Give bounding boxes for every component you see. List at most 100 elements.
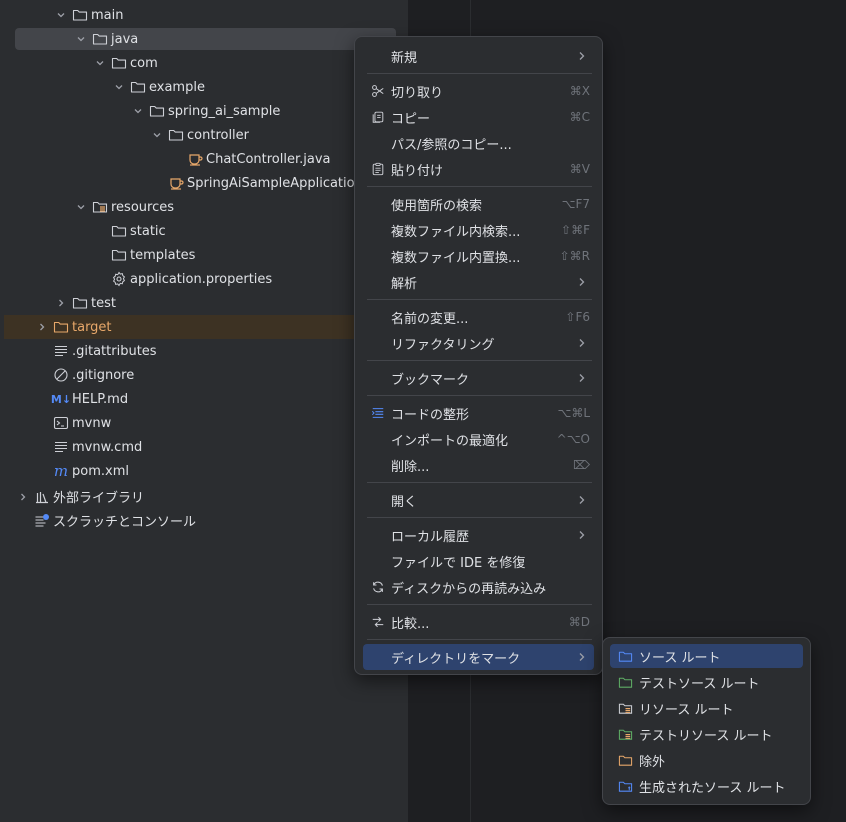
menu-item-label: ローカル履歴 [391, 529, 470, 545]
tree-item-label: spring_ai_sample [168, 103, 281, 119]
tree-item-label: templates [130, 247, 196, 263]
submenu-item[interactable]: 除外 [610, 748, 803, 772]
tree-item-gitignore[interactable]: .gitignore [0, 363, 408, 387]
submenu-item-label: 生成されたソース ルート [639, 780, 786, 796]
tree-item-label: target [72, 319, 112, 335]
excluded-folder-icon [53, 319, 69, 335]
chevron-down-icon[interactable] [92, 55, 108, 71]
menu-item[interactable]: ローカル履歴 [363, 522, 594, 548]
menu-item-label: コードの整形 [391, 407, 470, 423]
menu-item[interactable]: ファイルで IDE を修復 [363, 548, 594, 574]
gear-icon [111, 271, 127, 287]
menu-item-shortcut: ⇧⌘F [561, 223, 590, 237]
menu-item[interactable]: 貼り付け ⌘V [363, 156, 594, 182]
menu-item[interactable]: 名前の変更... ⇧F6 [363, 304, 594, 330]
text-file-icon [53, 343, 69, 359]
tree-item-label: スクラッチとコンソール [53, 515, 197, 530]
folder-icon [72, 295, 88, 311]
menu-item[interactable]: 複数ファイル内検索... ⇧⌘F [363, 217, 594, 243]
tree-item-example[interactable]: example [0, 75, 408, 99]
menu-item-label: 複数ファイル内置換... [391, 250, 521, 266]
folder-icon [111, 55, 127, 71]
menu-separator [367, 517, 592, 518]
menu-item[interactable]: 削除... ⌦ [363, 452, 594, 478]
menu-item[interactable]: コードの整形 ⌥⌘L [363, 400, 594, 426]
submenu-item[interactable]: 生成されたソース ルート [610, 774, 803, 798]
menu-item[interactable]: 解析 [363, 269, 594, 295]
tree-item-resources[interactable]: resources [0, 195, 408, 219]
tree-item-target[interactable]: target [0, 315, 408, 339]
menu-item[interactable]: ディレクトリをマーク [363, 644, 594, 670]
tree-item-label: SpringAiSampleApplication [187, 175, 363, 191]
chevron-down-icon[interactable] [73, 31, 89, 47]
tree-item-controller[interactable]: controller [0, 123, 408, 147]
menu-item[interactable]: 切り取り ⌘X [363, 78, 594, 104]
menu-item-label: ブックマーク [391, 372, 470, 388]
menu-item[interactable]: 新規 [363, 43, 594, 69]
menu-item[interactable]: 複数ファイル内置換... ⇧⌘R [363, 243, 594, 269]
menu-separator [367, 360, 592, 361]
project-tree-panel: main java com example spring_ai_samplecontro… [0, 0, 408, 822]
folder-icon [92, 31, 108, 47]
scratch-icon [34, 513, 50, 529]
submenu-item-label: テストリソース ルート [639, 728, 773, 744]
tree-item-label: resources [111, 199, 175, 215]
folder-icon [149, 103, 165, 119]
chevron-down-icon[interactable] [149, 127, 165, 143]
tree-item-static[interactable]: static [0, 219, 408, 243]
tree-item-com[interactable]: com [0, 51, 408, 75]
submenu-item[interactable]: テストソース ルート [610, 670, 803, 694]
menu-item-shortcut: ⌘X [569, 84, 590, 98]
chevron-down-icon[interactable] [53, 7, 69, 23]
chevron-right-icon[interactable] [15, 489, 31, 505]
folder-icon [130, 79, 146, 95]
tree-item-label: ChatController.java [206, 151, 331, 167]
tree-item[interactable]: スクラッチとコンソール [0, 507, 408, 531]
tree-item-test[interactable]: test [0, 291, 408, 315]
menu-item-shortcut: ⌦ [573, 458, 590, 472]
menu-item-label: 名前の変更... [391, 311, 469, 327]
menu-item-shortcut: ^⌥O [556, 432, 590, 446]
menu-item[interactable]: 開く [363, 487, 594, 513]
chevron-down-icon[interactable] [73, 199, 89, 215]
menu-item-label: ディレクトリをマーク [391, 651, 521, 667]
submenu-item[interactable]: リソース ルート [610, 696, 803, 720]
tree-item[interactable]: 外部ライブラリ [0, 483, 408, 507]
menu-item[interactable]: パス/参照のコピー... [363, 130, 594, 156]
menu-item[interactable]: リファクタリング [363, 330, 594, 356]
menu-item-label: 新規 [391, 50, 418, 66]
menu-separator [367, 482, 592, 483]
menu-separator [367, 395, 592, 396]
tree-item-spring-ai-sample[interactable]: spring_ai_sample [0, 99, 408, 123]
submenu-item[interactable]: テストリソース ルート [610, 722, 803, 746]
tree-item-pom-xml[interactable]: m pom.xml [0, 459, 408, 483]
menu-item-label: ファイルで IDE を修復 [391, 555, 526, 571]
tree-item-label: test [91, 295, 116, 311]
menu-item-label: パス/参照のコピー... [391, 137, 512, 153]
chevron-right-icon[interactable] [34, 319, 50, 335]
tree-item-mvnw[interactable]: mvnw [0, 411, 408, 435]
menu-item[interactable]: 使用箇所の検索 ⌥F7 [363, 191, 594, 217]
menu-item[interactable]: コピー ⌘C [363, 104, 594, 130]
submenu-item[interactable]: ソース ルート [610, 644, 803, 668]
tree-item-main[interactable]: main [0, 3, 408, 27]
chevron-down-icon[interactable] [130, 103, 146, 119]
chevron-right-icon[interactable] [53, 295, 69, 311]
menu-item-label: 貼り付け [391, 163, 444, 179]
menu-item[interactable]: ブックマーク [363, 365, 594, 391]
menu-item-shortcut: ⇧F6 [565, 310, 590, 324]
chevron-down-icon[interactable] [111, 79, 127, 95]
tree-item-application-properties[interactable]: application.properties [0, 267, 408, 291]
tree-item-mvnw-cmd[interactable]: mvnw.cmd [0, 435, 408, 459]
menu-item-label: リファクタリング [391, 337, 495, 353]
chevron-right-icon [578, 495, 588, 505]
tree-item-gitattributes[interactable]: .gitattributes [0, 339, 408, 363]
tree-item-templates[interactable]: templates [0, 243, 408, 267]
menu-item[interactable]: ディスクからの再読み込み [363, 574, 594, 600]
tree-item-springaisampleapplication[interactable]: SpringAiSampleApplication [0, 171, 408, 195]
tree-item-java[interactable]: java [0, 27, 408, 51]
menu-item[interactable]: インポートの最適化 ^⌥O [363, 426, 594, 452]
tree-item-chatcontroller-java[interactable]: ChatController.java [0, 147, 408, 171]
tree-item-help-md[interactable]: M↓ HELP.md [0, 387, 408, 411]
menu-item[interactable]: 比較... ⌘D [363, 609, 594, 635]
